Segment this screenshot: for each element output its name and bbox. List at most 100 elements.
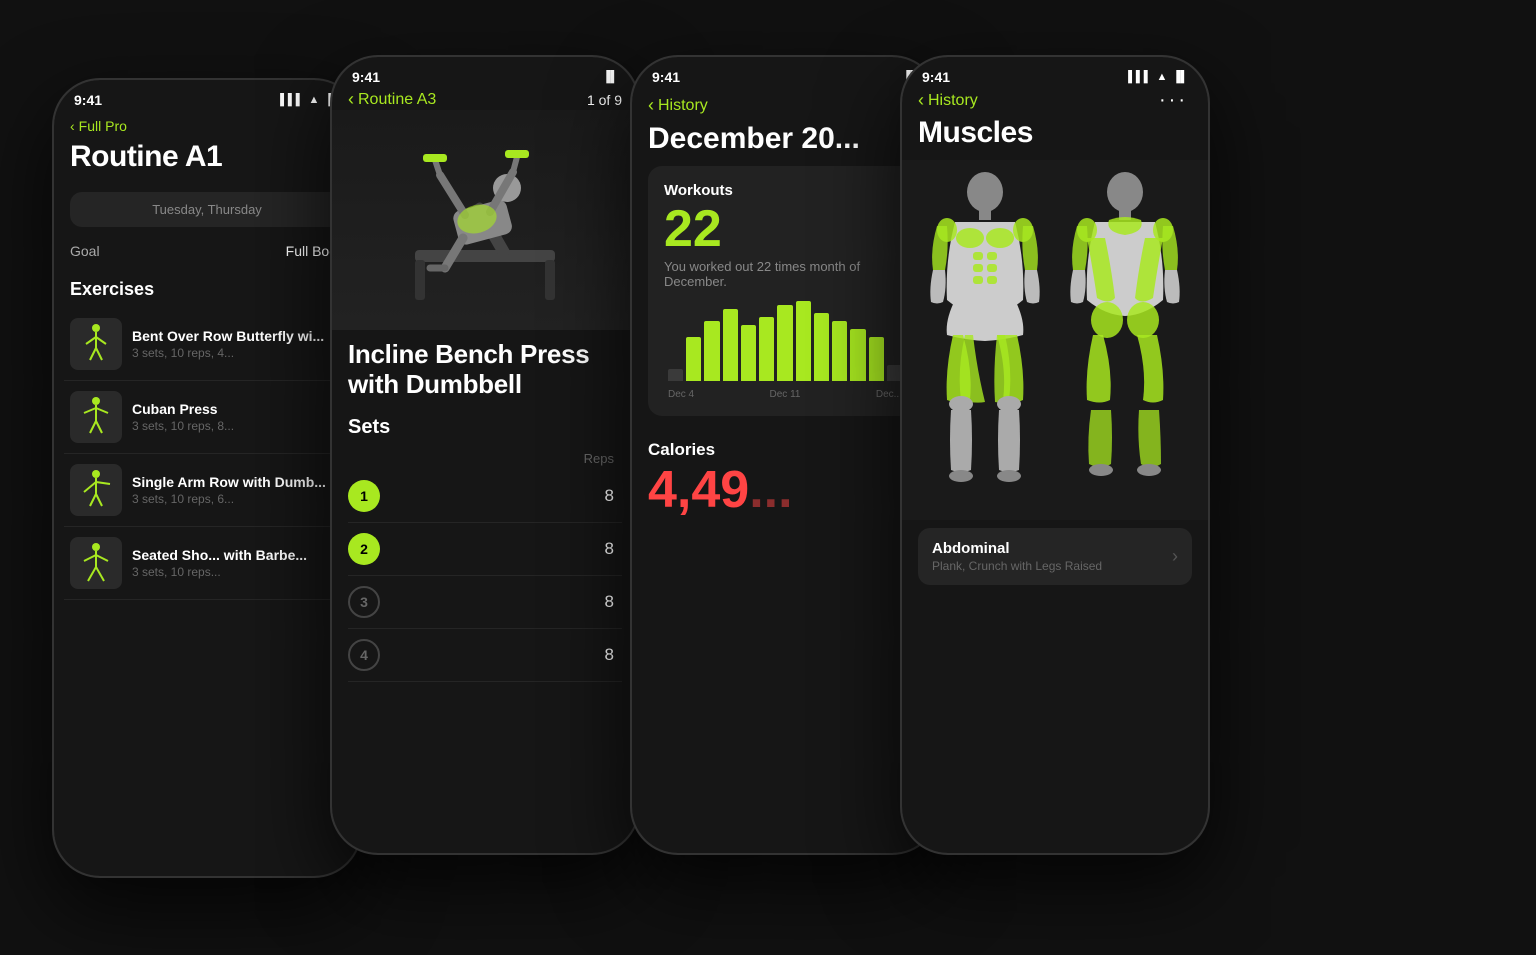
muscle-card[interactable]: Abdominal Plank, Crunch with Legs Raised… [918, 528, 1192, 585]
exercise-avatar-3 [70, 537, 122, 589]
chart-label-1: Dec 11 [770, 389, 801, 400]
exercises-title: Exercises [54, 267, 360, 308]
chart-label-2: Dec... [876, 389, 902, 400]
signal-icon-4: ▌▌▌ [1128, 71, 1151, 83]
exercise-info-3: Seated Sho... with Barbe... 3 sets, 10 r… [132, 547, 344, 579]
bar-5 [759, 317, 774, 381]
status-icons-4: ▌▌▌ ▲ ▐▌ [1128, 71, 1188, 83]
chevron-icon-2: ‹ [348, 89, 354, 110]
bar-1 [686, 337, 701, 381]
calories-number: 4,49... [632, 464, 938, 516]
exercise-item-2[interactable]: Single Arm Row with Dumb... 3 sets, 10 r… [64, 454, 350, 527]
sets-title: Sets [348, 416, 622, 439]
exercise-name-1: Cuban Press [132, 401, 344, 417]
set-reps-2: 8 [605, 539, 622, 559]
status-bar-4: 9:41 ▌▌▌ ▲ ▐▌ [902, 57, 1208, 89]
status-bar-1: 9:41 ▌▌▌ ▲ ▐▌ [54, 80, 360, 112]
exercise-name-line1: Incline Bench Press [348, 339, 589, 369]
nav-row-2: ‹ Routine A3 1 of 9 [332, 89, 638, 110]
exercise-meta-3: 3 sets, 10 reps... [132, 565, 344, 579]
bar-9 [832, 321, 847, 381]
signal-icon: ▌▌▌ [280, 94, 303, 106]
phone-3: 9:41 ▐▌ ‹ History December 20... Workout… [630, 55, 940, 855]
month-title: December 20... [632, 118, 938, 166]
workouts-label: Workouts [664, 182, 906, 199]
set-reps-1: 8 [605, 486, 622, 506]
exercise-figure-1 [74, 395, 118, 439]
nav-back-label-3: History [658, 97, 708, 115]
nav-back-label-1: Full Pro [79, 118, 127, 134]
muscle-chevron-icon: › [1172, 546, 1178, 567]
calories-label: Calories [632, 428, 938, 464]
muscle-name: Abdominal [932, 540, 1102, 557]
schedule-text: Tuesday, Thursday [152, 202, 262, 217]
exercise-figure-2 [74, 468, 118, 512]
bar-6 [777, 305, 792, 381]
status-icons-2: ▐▌ [602, 71, 618, 83]
time-4: 9:41 [922, 69, 950, 85]
scene: 9:41 ▌▌▌ ▲ ▐▌ ‹ Full Pro Routine A1 Tues… [0, 0, 1536, 955]
exercise-item-0[interactable]: Bent Over Row Butterfly wi... 3 sets, 10… [64, 308, 350, 381]
bar-2 [704, 321, 719, 381]
set-circle-3: 3 [348, 586, 380, 618]
body-front [925, 170, 1045, 510]
wifi-icon-4: ▲ [1157, 71, 1168, 83]
chevron-icon-4: ‹ [918, 90, 924, 111]
exercise-figure-3 [74, 541, 118, 585]
phone-1: 9:41 ▌▌▌ ▲ ▐▌ ‹ Full Pro Routine A1 Tues… [52, 78, 362, 878]
goal-row: Goal Full Body [54, 235, 360, 267]
exercise-info-0: Bent Over Row Butterfly wi... 3 sets, 10… [132, 328, 344, 360]
muscle-card-info: Abdominal Plank, Crunch with Legs Raised [932, 540, 1102, 573]
exercise-name-3: Seated Sho... with Barbe... [132, 547, 344, 563]
exercise-avatar-0 [70, 318, 122, 370]
nav-back-4[interactable]: ‹ History [918, 90, 978, 111]
status-bar-2: 9:41 ▐▌ [332, 57, 638, 89]
exercise-figure-0 [74, 322, 118, 366]
exercise-meta-0: 3 sets, 10 reps, 4... [132, 346, 344, 360]
exercise-item-3[interactable]: Seated Sho... with Barbe... 3 sets, 10 r… [64, 527, 350, 600]
phone-4: 9:41 ▌▌▌ ▲ ▐▌ ‹ History ··· Muscles [900, 55, 1210, 855]
exercise-hero-name: Incline Bench Press with Dumbbell [332, 330, 638, 404]
exercise-avatar-2 [70, 464, 122, 516]
exercise-name-line2: with Dumbbell [348, 369, 522, 399]
set-circle-4: 4 [348, 639, 380, 671]
month-text: December 20... [648, 122, 860, 155]
chevron-icon-1: ‹ [70, 118, 75, 134]
schedule-box: Tuesday, Thursday [70, 192, 344, 227]
sets-header: Reps [348, 447, 622, 470]
nav-back-3[interactable]: ‹ History [632, 89, 938, 118]
exercise-avatar-1 [70, 391, 122, 443]
battery-icon-2: ▐▌ [602, 71, 618, 83]
nav-back-1[interactable]: ‹ Full Pro [54, 112, 360, 136]
workouts-card: Workouts 22 You worked out 22 times mont… [648, 166, 922, 416]
set-row-1[interactable]: 1 8 [348, 470, 622, 523]
time-3: 9:41 [652, 69, 680, 85]
body-back [1065, 170, 1185, 510]
set-circle-2: 2 [348, 533, 380, 565]
exercise-info-2: Single Arm Row with Dumb... 3 sets, 10 r… [132, 474, 344, 506]
nav-back-label-2: Routine A3 [358, 91, 436, 109]
workouts-chart [664, 301, 906, 381]
chevron-icon-3: ‹ [648, 95, 654, 116]
incline-bench-figure [395, 120, 575, 320]
set-circle-1: 1 [348, 480, 380, 512]
bar-0 [668, 369, 683, 381]
exercise-info-1: Cuban Press 3 sets, 10 reps, 8... [132, 401, 344, 433]
set-row-4[interactable]: 4 8 [348, 629, 622, 682]
set-row-2[interactable]: 2 8 [348, 523, 622, 576]
exercise-list: Bent Over Row Butterfly wi... 3 sets, 10… [54, 308, 360, 600]
time-1: 9:41 [74, 92, 102, 108]
bar-8 [814, 313, 829, 381]
status-bar-3: 9:41 ▐▌ [632, 57, 938, 89]
exercise-item-1[interactable]: Cuban Press 3 sets, 10 reps, 8... [64, 381, 350, 454]
page-title-4: Muscles [902, 112, 1208, 160]
sets-section: Sets Reps 1 8 2 8 3 8 4 8 [332, 404, 638, 682]
exercise-name-2: Single Arm Row with Dumb... [132, 474, 344, 490]
phone-2: 9:41 ▐▌ ‹ Routine A3 1 of 9 [330, 55, 640, 855]
set-reps-4: 8 [605, 645, 622, 665]
set-row-3[interactable]: 3 8 [348, 576, 622, 629]
dots-menu[interactable]: ··· [1159, 89, 1192, 112]
time-2: 9:41 [352, 69, 380, 85]
nav-back-2[interactable]: ‹ Routine A3 [348, 89, 436, 110]
bar-4 [741, 325, 756, 381]
